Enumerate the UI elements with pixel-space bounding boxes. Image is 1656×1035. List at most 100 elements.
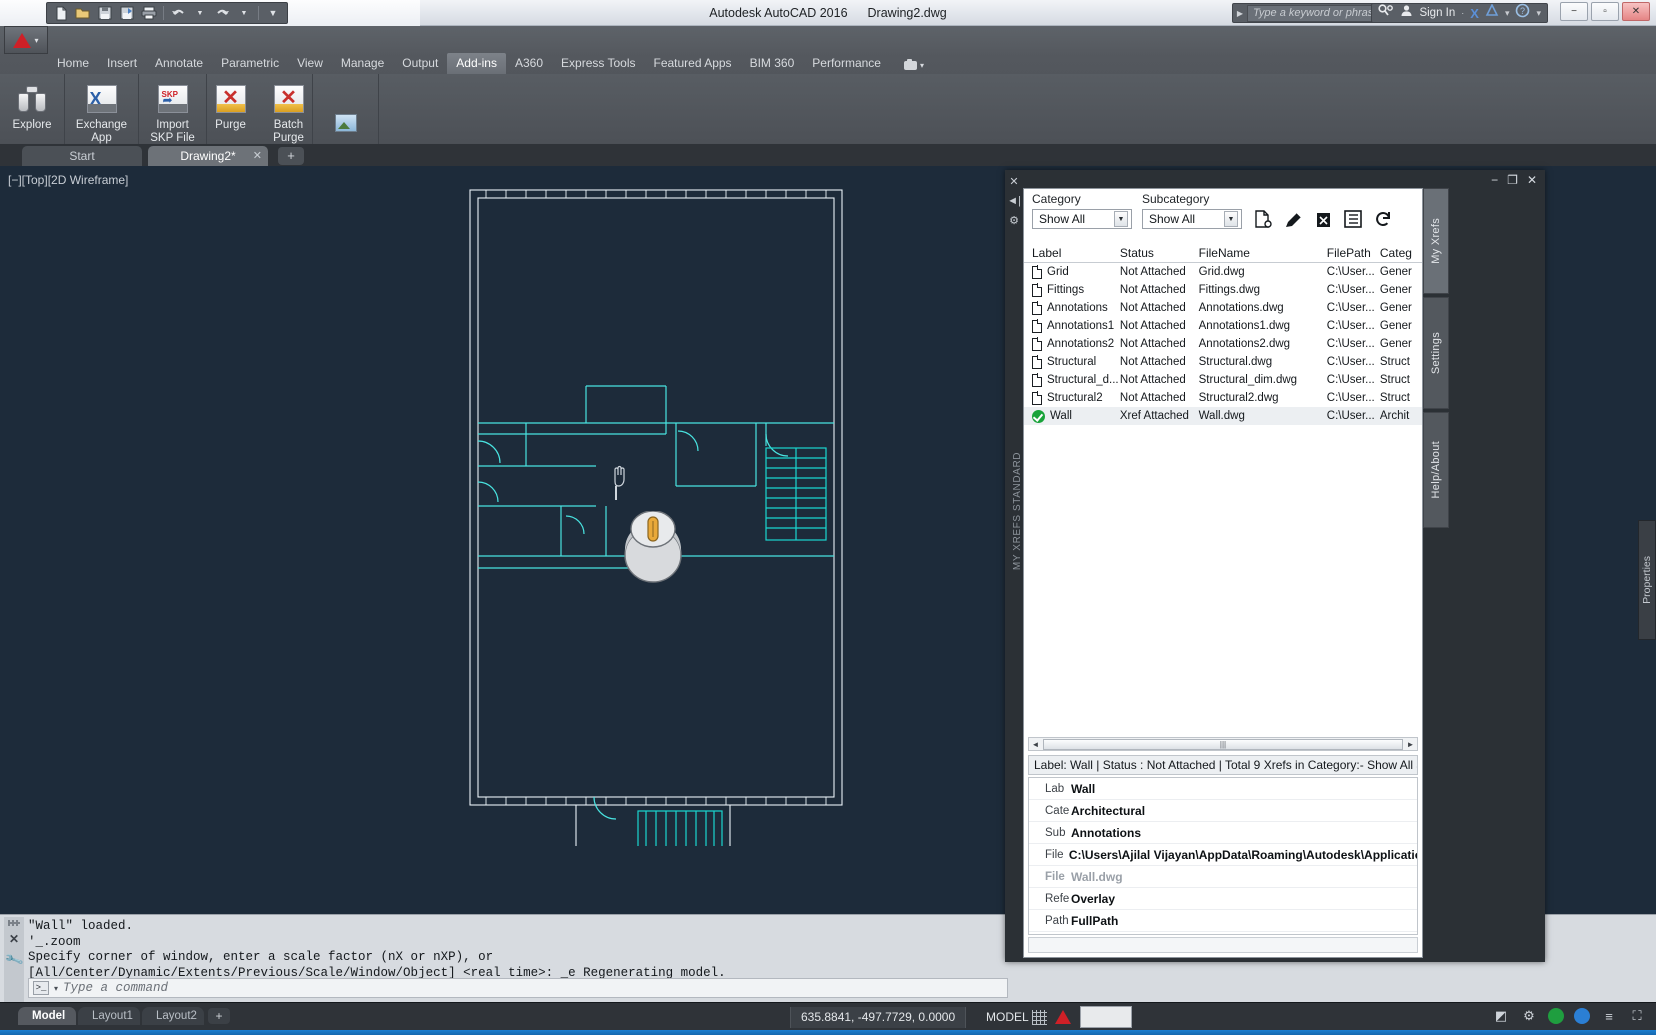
list-view-icon[interactable] [1342, 208, 1364, 230]
purge-button[interactable]: ✕ Purge [205, 80, 257, 134]
plot-icon[interactable] [139, 4, 159, 22]
help-caret-icon[interactable]: ▾ [1536, 8, 1541, 19]
properties-panel-tab[interactable]: Properties [1638, 520, 1656, 640]
redo-dropdown-icon[interactable]: ▼ [234, 4, 254, 22]
redo-icon[interactable] [212, 4, 232, 22]
column-header-label[interactable]: Label [1032, 246, 1120, 260]
autodesk-360-icon[interactable] [1485, 3, 1499, 22]
palette-close-button[interactable]: ✕ [1527, 174, 1537, 186]
application-menu-button[interactable]: ▾ [4, 26, 48, 54]
ribbon-tab-annotate[interactable]: Annotate [146, 53, 212, 74]
customize-qat-icon[interactable]: ▼ [263, 4, 283, 22]
ribbon-tab-home[interactable]: Home [48, 53, 98, 74]
ribbon-tab-bim-360[interactable]: BIM 360 [741, 53, 804, 74]
file-tab-drawing2[interactable]: Drawing2* ✕ [148, 146, 268, 166]
maximize-button[interactable]: ▫ [1591, 2, 1619, 21]
palette-minimize-button[interactable]: − [1491, 174, 1498, 186]
new-icon[interactable] [51, 4, 71, 22]
delete-xref-icon[interactable] [1312, 208, 1334, 230]
subcategory-filter-select[interactable]: Show All ▼ [1142, 209, 1242, 229]
layout-tab-model[interactable]: Model [18, 1007, 76, 1025]
scroll-right-icon[interactable]: ► [1404, 740, 1417, 749]
ribbon-tab-parametric[interactable]: Parametric [212, 53, 288, 74]
file-tab-start[interactable]: Start [22, 146, 142, 166]
close-icon[interactable]: ✕ [253, 146, 262, 166]
column-header-filename[interactable]: FileName [1199, 246, 1327, 260]
tab-my-xrefs[interactable]: My Xrefs [1423, 188, 1449, 294]
ribbon-tab-featured-apps[interactable]: Featured Apps [645, 53, 741, 74]
command-input-placeholder[interactable]: Type a command [63, 981, 168, 995]
explore-button[interactable]: Explore [6, 80, 58, 134]
command-prompt-icon[interactable]: >_ [33, 981, 49, 995]
refresh-icon[interactable] [1372, 208, 1394, 230]
command-input-row[interactable]: >_ ▾ Type a command [28, 978, 1008, 998]
new-file-tab-button[interactable]: + [278, 147, 304, 165]
ribbon-tab-insert[interactable]: Insert [98, 53, 146, 74]
column-header-category[interactable]: Categ [1380, 246, 1422, 260]
chevron-down-icon[interactable]: ▼ [1114, 211, 1128, 227]
ribbon-tab-output[interactable]: Output [393, 53, 447, 74]
sign-in-label[interactable]: Sign In [1419, 7, 1455, 19]
table-row[interactable]: Structural Not Attached Structural.dwg C… [1024, 353, 1422, 371]
isolate-objects-icon[interactable] [1574, 1008, 1590, 1024]
infocenter-expand-icon[interactable]: ▶ [1233, 9, 1247, 18]
palette-maximize-button[interactable]: ❐ [1507, 174, 1518, 186]
workspace-switch-icon[interactable]: ⚙ [1520, 1007, 1538, 1025]
autodesk-logo-icon[interactable] [1050, 1005, 1076, 1029]
my-xrefs-button[interactable] [320, 104, 372, 142]
ribbon-tab-express-tools[interactable]: Express Tools [552, 53, 644, 74]
table-row[interactable]: Structural2 Not Attached Structural2.dwg… [1024, 389, 1422, 407]
layout-tab-layout1[interactable]: Layout1 [78, 1007, 140, 1025]
search-icon[interactable] [1378, 3, 1394, 23]
minimize-button[interactable]: − [1560, 2, 1588, 21]
ribbon-tab-add-ins[interactable]: Add-ins [447, 53, 506, 74]
space-mode-toggle[interactable]: MODEL [978, 1007, 1037, 1028]
save-as-icon[interactable] [117, 4, 137, 22]
table-row-selected[interactable]: Wall Xref Attached Wall.dwg C:\User... A… [1024, 407, 1422, 425]
batch-purge-button[interactable]: ✕ Batch Purge [263, 80, 315, 147]
ribbon-tab-performance[interactable]: Performance [803, 53, 890, 74]
palette-properties-icon[interactable]: ⚙ [1009, 214, 1019, 227]
command-prompt-caret-icon[interactable]: ▾ [54, 984, 58, 993]
viewport-control-label[interactable]: [−][Top][2D Wireframe] [8, 173, 128, 187]
tab-settings[interactable]: Settings [1423, 297, 1449, 409]
wrench-icon[interactable]: 🔧 [3, 949, 24, 970]
add-layout-button[interactable]: + [208, 1008, 230, 1024]
hardware-accel-icon[interactable] [1548, 1008, 1564, 1024]
exchange-icon[interactable]: X [1470, 6, 1479, 21]
customization-icon[interactable]: ≡ [1600, 1007, 1618, 1025]
chevron-down-icon[interactable]: ▼ [1224, 211, 1238, 227]
ribbon-camera-dropdown[interactable]: ▾ [890, 58, 933, 74]
palette-auto-hide-icon[interactable]: ◄| [1007, 195, 1021, 207]
coordinates-readout[interactable]: 635.8841, -497.7729, 0.0000 [790, 1007, 967, 1028]
table-row[interactable]: Annotations1 Not Attached Annotations1.d… [1024, 317, 1422, 335]
ribbon-tab-a360[interactable]: A360 [506, 53, 552, 74]
edit-xref-icon[interactable] [1282, 208, 1304, 230]
a360-caret-icon[interactable]: ▾ [1505, 8, 1510, 19]
help-icon[interactable]: ? [1515, 3, 1530, 23]
table-row[interactable]: Annotations2 Not Attached Annotations2.d… [1024, 335, 1422, 353]
grid-display-icon[interactable] [1032, 1010, 1047, 1025]
table-row[interactable]: Fittings Not Attached Fittings.dwg C:\Us… [1024, 281, 1422, 299]
fullscreen-icon[interactable]: ⛶ [1628, 1007, 1646, 1025]
scroll-left-icon[interactable]: ◄ [1029, 740, 1042, 749]
close-button[interactable]: ✕ [1622, 2, 1650, 21]
annotation-scale-icon[interactable]: ◩ [1492, 1007, 1510, 1025]
open-icon[interactable] [73, 4, 93, 22]
tab-help-about[interactable]: Help/About [1423, 412, 1449, 528]
column-header-status[interactable]: Status [1120, 246, 1199, 260]
import-skp-file-button[interactable]: SKP ➦ Import SKP File [146, 80, 199, 147]
xref-table-hscrollbar[interactable]: ◄ ||| ► [1028, 737, 1418, 751]
close-icon[interactable]: ✕ [9, 932, 19, 946]
column-header-filepath[interactable]: FilePath [1327, 246, 1380, 260]
layout-tab-layout2[interactable]: Layout2 [142, 1007, 204, 1025]
ribbon-tab-manage[interactable]: Manage [332, 53, 393, 74]
command-line-gripper[interactable]: ✕ 🔧 [3, 917, 24, 1003]
table-row[interactable]: Grid Not Attached Grid.dwg C:\User... Ge… [1024, 263, 1422, 281]
table-row[interactable]: Annotations Not Attached Annotations.dwg… [1024, 299, 1422, 317]
save-icon[interactable] [95, 4, 115, 22]
scrollbar-thumb[interactable]: ||| [1043, 738, 1403, 750]
table-row[interactable]: Structural_d... Not Attached Structural_… [1024, 371, 1422, 389]
undo-icon[interactable] [168, 4, 188, 22]
palette-close-icon[interactable]: ✕ [1009, 175, 1018, 188]
